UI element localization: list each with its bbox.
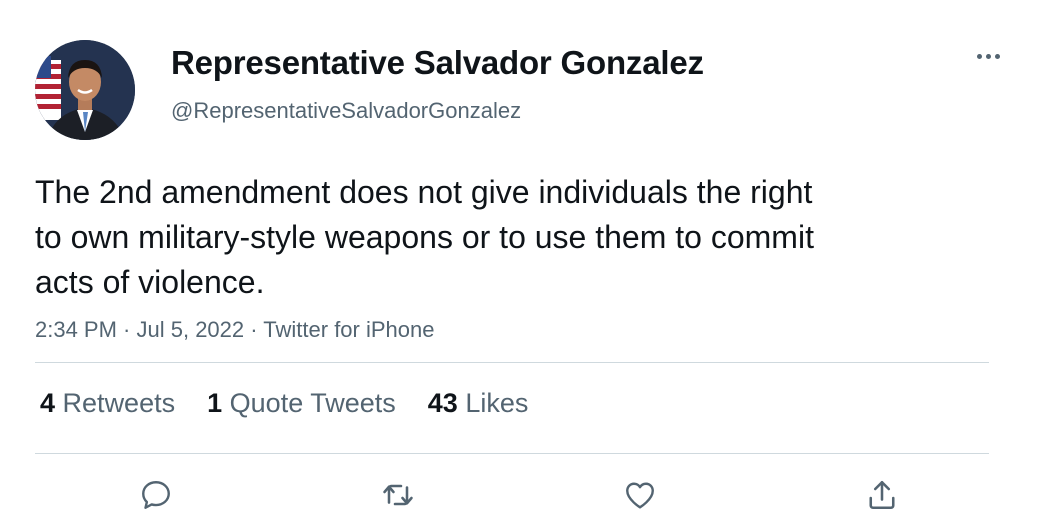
quote-tweets-stat[interactable]: 1 Quote Tweets: [207, 388, 396, 419]
author-handle[interactable]: @RepresentativeSalvadorGonzalez: [171, 98, 521, 124]
quote-tweets-label: Quote Tweets: [229, 388, 396, 418]
more-dot-icon: [985, 53, 991, 59]
avatar[interactable]: [35, 40, 135, 140]
share-icon: [869, 480, 895, 510]
share-button[interactable]: [862, 475, 902, 515]
likes-label: Likes: [465, 388, 529, 418]
meta-separator: ·: [116, 317, 137, 342]
likes-count: 43: [427, 388, 458, 418]
divider: [35, 453, 989, 454]
tweet-stats: 4 Retweets 1 Quote Tweets 43 Likes: [40, 388, 528, 419]
reply-icon: [142, 481, 170, 509]
divider: [35, 362, 989, 363]
tweet-actions: [0, 475, 1050, 515]
likes-stat[interactable]: 43 Likes: [428, 388, 529, 419]
heart-icon: [626, 482, 654, 509]
tweet-source[interactable]: Twitter for iPhone: [263, 317, 434, 342]
more-options-button[interactable]: [970, 44, 1006, 68]
profile-photo: [35, 40, 135, 140]
more-dot-icon: [994, 53, 1000, 59]
tweet-time[interactable]: 2:34 PM: [35, 317, 117, 342]
retweet-button[interactable]: [378, 475, 418, 515]
retweets-count: 4: [40, 388, 56, 418]
like-button[interactable]: [620, 475, 660, 515]
retweets-label: Retweets: [62, 388, 176, 418]
retweets-stat[interactable]: 4 Retweets: [40, 388, 175, 419]
tweet-text: The 2nd amendment does not give individu…: [35, 170, 935, 305]
tweet-date[interactable]: Jul 5, 2022: [137, 317, 245, 342]
tweet-meta: 2:34 PM · Jul 5, 2022 · Twitter for iPho…: [35, 317, 434, 343]
retweet-icon: [383, 484, 413, 506]
tweet-text-line: acts of violence.: [35, 264, 265, 300]
quote-tweets-count: 1: [207, 388, 223, 418]
reply-button[interactable]: [136, 475, 176, 515]
more-dot-icon: [976, 53, 982, 59]
tweet-text-line: to own military-style weapons or to use …: [35, 219, 814, 255]
author-display-name[interactable]: Representative Salvador Gonzalez: [171, 44, 704, 82]
meta-separator: ·: [244, 317, 264, 342]
tweet-text-line: The 2nd amendment does not give individu…: [35, 174, 813, 210]
